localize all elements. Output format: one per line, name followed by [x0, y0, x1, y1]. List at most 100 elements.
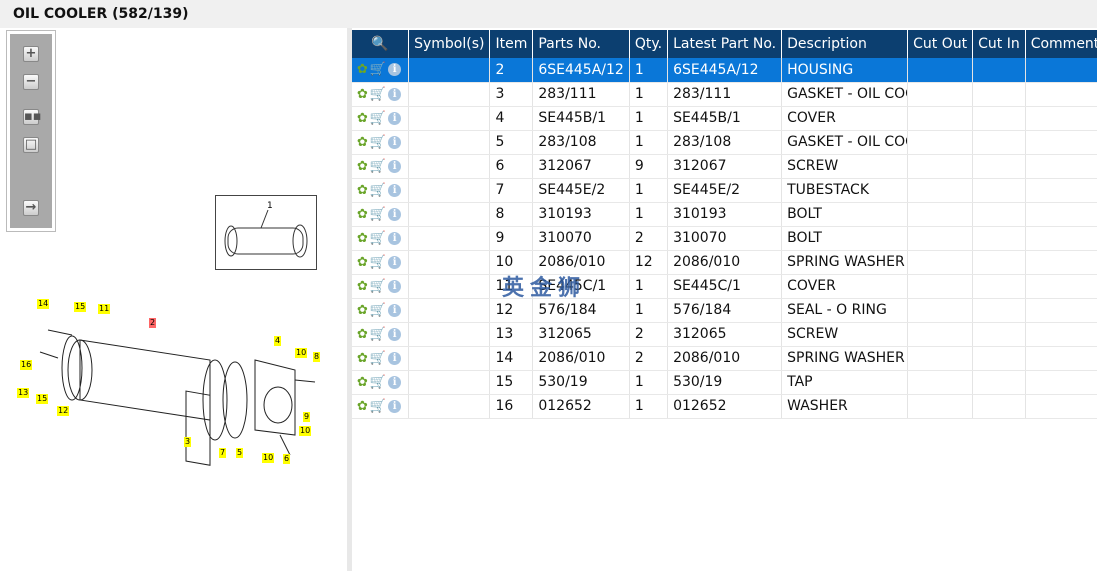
table-row[interactable]: ✿ 🛒 i 7 SE445E/2 1 SE445E/2 TUBESTACK — [352, 178, 1097, 203]
info-icon[interactable]: i — [388, 399, 402, 413]
callout[interactable]: 6 — [283, 454, 291, 464]
settings-gear-icon[interactable]: ✿ — [357, 207, 368, 222]
callout[interactable]: 15 — [36, 394, 49, 404]
cart-icon[interactable]: 🛒 — [370, 183, 386, 198]
callout[interactable]: 9 — [303, 412, 311, 422]
settings-gear-icon[interactable]: ✿ — [357, 159, 368, 174]
cart-icon[interactable]: 🛒 — [370, 375, 386, 390]
table-row[interactable]: ✿ 🛒 i 14 2086/010 2 2086/010 SPRING WASHER — [352, 346, 1097, 371]
settings-gear-icon[interactable]: ✿ — [357, 303, 368, 318]
settings-gear-icon[interactable]: ✿ — [357, 255, 368, 270]
table-row[interactable]: ✿ 🛒 i 6 312067 9 312067 SCREW — [352, 154, 1097, 179]
info-icon[interactable]: i — [388, 375, 402, 389]
diagram-thumbnail[interactable]: 1 — [215, 195, 317, 270]
cut-in-cell — [972, 394, 1026, 419]
column-header[interactable]: Comment — [1025, 30, 1097, 58]
cart-icon[interactable]: 🛒 — [370, 207, 386, 222]
table-row[interactable]: ✿ 🛒 i 16 012652 1 012652 WASHER — [352, 394, 1097, 419]
info-icon[interactable]: i — [388, 63, 402, 77]
settings-gear-icon[interactable]: ✿ — [357, 231, 368, 246]
item-cell: 13 — [489, 322, 534, 347]
description-cell: GASKET - OIL COC — [781, 82, 909, 107]
info-icon[interactable]: i — [388, 327, 402, 341]
settings-gear-icon[interactable]: ✿ — [357, 399, 368, 414]
callout[interactable]: 10 — [299, 426, 312, 436]
table-row[interactable]: ✿ 🛒 i 10 2086/010 12 2086/010 SPRING WASHER — [352, 250, 1097, 275]
cart-icon[interactable]: 🛒 — [370, 159, 386, 174]
info-icon[interactable]: i — [388, 183, 402, 197]
callout[interactable]: 8 — [313, 352, 321, 362]
callout[interactable]: 15 — [74, 302, 87, 312]
fit-all-icon[interactable]: ▪▪ — [23, 109, 42, 125]
cart-icon[interactable]: 🛒 — [370, 87, 386, 102]
settings-gear-icon[interactable]: ✿ — [357, 111, 368, 126]
callout[interactable]: 5 — [236, 448, 244, 458]
column-header[interactable]: Parts No. — [532, 30, 630, 58]
info-icon[interactable]: i — [388, 351, 402, 365]
callout[interactable]: 4 — [274, 336, 282, 346]
callout[interactable]: 13 — [17, 388, 30, 398]
settings-gear-icon[interactable]: ✿ — [357, 135, 368, 150]
cart-icon[interactable]: 🛒 — [370, 255, 386, 270]
symbol-cell — [408, 226, 491, 251]
info-icon[interactable]: i — [388, 87, 402, 101]
column-header[interactable]: Cut In — [972, 30, 1026, 58]
info-icon[interactable]: i — [388, 111, 402, 125]
cart-icon[interactable]: 🛒 — [370, 111, 386, 126]
column-search-icon[interactable]: 🔍 — [352, 30, 410, 58]
qty-cell: 12 — [629, 250, 669, 275]
column-header[interactable]: Qty. — [629, 30, 669, 58]
export-icon[interactable]: → — [23, 200, 39, 216]
settings-gear-icon[interactable]: ✿ — [357, 351, 368, 366]
table-row[interactable]: ✿ 🛒 i 9 310070 2 310070 BOLT — [352, 226, 1097, 251]
callout[interactable]: 12 — [57, 406, 70, 416]
table-row[interactable]: ✿ 🛒 i 12 576/184 1 576/184 SEAL - O RING — [352, 298, 1097, 323]
column-header[interactable]: Symbol(s) — [408, 30, 491, 58]
info-icon[interactable]: i — [388, 207, 402, 221]
table-row[interactable]: ✿ 🛒 i 2 6SE445A/12 1 6SE445A/12 HOUSING — [352, 58, 1097, 83]
column-header[interactable]: Cut Out — [907, 30, 974, 58]
column-header[interactable]: Item — [489, 30, 534, 58]
cart-icon[interactable]: 🛒 — [370, 62, 386, 77]
cart-icon[interactable]: 🛒 — [370, 303, 386, 318]
table-row[interactable]: ✿ 🛒 i 5 283/108 1 283/108 GASKET - OIL COC — [352, 130, 1097, 155]
table-row[interactable]: ✿ 🛒 i 13 312065 2 312065 SCREW — [352, 322, 1097, 347]
column-header[interactable]: Latest Part No. — [667, 30, 783, 58]
callout[interactable]: 10 — [262, 453, 275, 463]
settings-gear-icon[interactable]: ✿ — [357, 87, 368, 102]
table-row[interactable]: ✿ 🛒 i 15 530/19 1 530/19 TAP — [352, 370, 1097, 395]
table-row[interactable]: ✿ 🛒 i 3 283/111 1 283/111 GASKET - OIL COC — [352, 82, 1097, 107]
fit-page-icon[interactable]: □ — [23, 137, 39, 153]
cart-icon[interactable]: 🛒 — [370, 351, 386, 366]
info-icon[interactable]: i — [388, 279, 402, 293]
table-row[interactable]: ✿ 🛒 i 4 SE445B/1 1 SE445B/1 COVER — [352, 106, 1097, 131]
cart-icon[interactable]: 🛒 — [370, 327, 386, 342]
info-icon[interactable]: i — [388, 135, 402, 149]
zoom-out-icon[interactable]: − — [23, 74, 39, 90]
info-icon[interactable]: i — [388, 231, 402, 245]
comment-cell — [1025, 202, 1097, 227]
callout[interactable]: 3 — [184, 437, 192, 447]
column-header[interactable]: Description — [781, 30, 909, 58]
cart-icon[interactable]: 🛒 — [370, 231, 386, 246]
settings-gear-icon[interactable]: ✿ — [357, 279, 368, 294]
settings-gear-icon[interactable]: ✿ — [357, 62, 368, 77]
table-row[interactable]: ✿ 🛒 i 11 SE445C/1 1 SE445C/1 COVER — [352, 274, 1097, 299]
callout[interactable]: 11 — [98, 304, 111, 314]
callout[interactable]: 10 — [295, 348, 308, 358]
cart-icon[interactable]: 🛒 — [370, 279, 386, 294]
info-icon[interactable]: i — [388, 255, 402, 269]
cart-icon[interactable]: 🛒 — [370, 135, 386, 150]
callout[interactable]: 2 — [149, 318, 157, 328]
callout[interactable]: 16 — [20, 360, 33, 370]
cart-icon[interactable]: 🛒 — [370, 399, 386, 414]
settings-gear-icon[interactable]: ✿ — [357, 375, 368, 390]
zoom-in-icon[interactable]: + — [23, 46, 39, 62]
callout[interactable]: 14 — [37, 299, 50, 309]
settings-gear-icon[interactable]: ✿ — [357, 327, 368, 342]
info-icon[interactable]: i — [388, 303, 402, 317]
info-icon[interactable]: i — [388, 159, 402, 173]
settings-gear-icon[interactable]: ✿ — [357, 183, 368, 198]
table-row[interactable]: ✿ 🛒 i 8 310193 1 310193 BOLT — [352, 202, 1097, 227]
callout[interactable]: 7 — [219, 448, 227, 458]
